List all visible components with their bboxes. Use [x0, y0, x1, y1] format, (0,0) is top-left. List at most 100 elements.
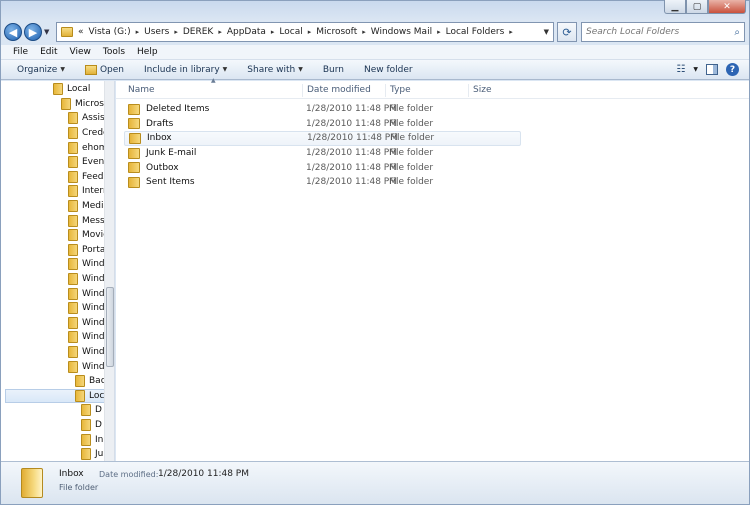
- forward-button[interactable]: ▶: [24, 23, 42, 41]
- menu-item-tools[interactable]: Tools: [97, 47, 131, 57]
- file-type: File folder: [389, 118, 434, 129]
- navigation-scrollbar[interactable]: [104, 81, 114, 461]
- file-row[interactable]: Junk E-mail 1/28/2010 11:48 PM File folder: [124, 146, 521, 161]
- file-type: File folder: [390, 133, 435, 144]
- address-dropdown-icon[interactable]: ▼: [544, 28, 549, 36]
- nav-tree-label: Loc: [89, 390, 105, 401]
- nav-tree-item[interactable]: Bac: [75, 374, 106, 389]
- nav-tree-item[interactable]: Wind: [68, 286, 105, 301]
- share-with-button[interactable]: Share with ▼: [237, 65, 313, 75]
- menu-item-edit[interactable]: Edit: [34, 47, 63, 57]
- file-row[interactable]: Inbox 1/28/2010 11:48 PM File folder: [124, 131, 521, 146]
- breadcrumb-item[interactable]: Local Folders: [446, 27, 505, 37]
- nav-tree-item[interactable]: Feeds: [68, 170, 108, 185]
- breadcrumb-separator-icon[interactable]: ▸: [362, 28, 366, 36]
- file-row[interactable]: Sent Items 1/28/2010 11:48 PM File folder: [124, 175, 521, 190]
- new-folder-button[interactable]: New folder: [354, 65, 423, 75]
- nav-tree-item[interactable]: Event: [68, 155, 108, 170]
- menu-item-help[interactable]: Help: [131, 47, 164, 57]
- breadcrumb-separator-icon[interactable]: ▸: [174, 28, 178, 36]
- folder-icon: [128, 118, 140, 130]
- folder-icon: [68, 346, 78, 359]
- help-icon[interactable]: ?: [726, 63, 739, 76]
- open-folder-icon: [84, 64, 97, 75]
- nav-tree-item[interactable]: Movie: [68, 228, 109, 243]
- nav-tree-item[interactable]: D: [81, 418, 102, 433]
- nav-tree-item[interactable]: D: [81, 403, 102, 418]
- breadcrumb-item[interactable]: Microsoft: [316, 27, 357, 37]
- address-bar[interactable]: « Vista (G:) ▸ Users ▸ DEREK ▸ AppData ▸ Local ▸ Mi…: [56, 22, 554, 42]
- scrollbar-thumb[interactable]: [106, 287, 114, 367]
- include-in-library-button[interactable]: Include in library ▼: [134, 65, 237, 75]
- nav-tree-item[interactable]: Wind: [68, 272, 105, 287]
- nav-tree-item[interactable]: Wind: [68, 316, 105, 331]
- column-header-size[interactable]: Size: [468, 84, 491, 97]
- breadcrumb-item[interactable]: Users: [144, 27, 169, 37]
- search-icon[interactable]: ⌕: [734, 27, 740, 38]
- nav-tree-item[interactable]: Local: [53, 82, 90, 97]
- file-name: Outbox: [146, 162, 179, 173]
- breadcrumb-item[interactable]: Vista (G:): [89, 27, 131, 37]
- nav-tree-item[interactable]: Wind: [68, 345, 105, 360]
- nav-tree-item[interactable]: Porta: [68, 243, 105, 258]
- folder-icon: [68, 360, 78, 373]
- change-view-icon[interactable]: ☷: [676, 64, 685, 75]
- file-row[interactable]: Drafts 1/28/2010 11:48 PM File folder: [124, 117, 521, 132]
- nav-tree-item[interactable]: Loc: [5, 388, 105, 404]
- menu-item-file[interactable]: File: [7, 47, 34, 57]
- nav-tree-label: Wind: [82, 288, 105, 299]
- view-dropdown-caret-icon[interactable]: ▼: [693, 66, 698, 73]
- recent-pages-dropdown-icon[interactable]: ▼: [44, 28, 52, 36]
- column-header-name[interactable]: Name: [124, 84, 155, 97]
- folder-icon: [68, 200, 78, 213]
- breadcrumb-item[interactable]: Windows Mail: [371, 27, 432, 37]
- navigation-pane[interactable]: Local Microso Assist Crede ehom Event Feeds Int…: [1, 81, 115, 461]
- nav-tree-item[interactable]: Media: [68, 199, 109, 214]
- nav-tree-item[interactable]: In: [81, 432, 103, 447]
- folder-icon: [81, 448, 91, 461]
- maximize-button[interactable]: ▢: [686, 0, 708, 14]
- folder-icon: [81, 419, 91, 432]
- file-row[interactable]: Outbox 1/28/2010 11:48 PM File folder: [124, 160, 521, 175]
- breadcrumb-separator-icon[interactable]: ▸: [218, 28, 222, 36]
- nav-tree-item[interactable]: Wind: [68, 257, 105, 272]
- refresh-button[interactable]: ⟳: [557, 22, 577, 42]
- organize-button[interactable]: Organize ▼: [7, 65, 75, 75]
- breadcrumb-separator-icon[interactable]: ▸: [136, 28, 140, 36]
- folder-icon: [68, 258, 78, 271]
- column-header-date[interactable]: Date modified: [302, 84, 371, 97]
- file-name: Inbox: [147, 133, 172, 144]
- breadcrumb-separator-icon[interactable]: ▸: [437, 28, 441, 36]
- nav-tree-item[interactable]: Microso: [61, 97, 109, 112]
- breadcrumb-item[interactable]: Local: [279, 27, 302, 37]
- search-input[interactable]: [586, 27, 735, 37]
- nav-tree-item[interactable]: Assist: [68, 111, 108, 126]
- nav-tree-item[interactable]: Crede: [68, 126, 109, 141]
- breadcrumb-item[interactable]: AppData: [227, 27, 266, 37]
- window-caption-buttons: ▁ ▢ ✕: [664, 0, 746, 14]
- nav-tree-item[interactable]: Ju: [81, 447, 103, 461]
- nav-tree-label: In: [95, 434, 104, 445]
- preview-pane-icon[interactable]: [706, 64, 718, 75]
- file-row[interactable]: Deleted Items 1/28/2010 11:48 PM File fold…: [124, 102, 521, 117]
- file-list[interactable]: ▲ Name Date modified Type Size Deleted I…: [116, 77, 749, 461]
- breadcrumb-separator-icon[interactable]: ▸: [308, 28, 312, 36]
- nav-tree-item[interactable]: Wind: [68, 359, 105, 374]
- column-header-type[interactable]: Type: [385, 84, 411, 97]
- nav-tree-item[interactable]: ehom: [68, 140, 108, 155]
- back-button[interactable]: ◀: [4, 23, 22, 41]
- nav-tree-item[interactable]: Interr: [68, 184, 107, 199]
- search-box[interactable]: ⌕: [581, 22, 745, 42]
- breadcrumb-item[interactable]: «: [78, 27, 84, 37]
- burn-button[interactable]: Burn: [313, 65, 354, 75]
- breadcrumb-separator-icon[interactable]: ▸: [271, 28, 275, 36]
- folder-icon: [128, 147, 140, 159]
- menu-item-view[interactable]: View: [64, 47, 97, 57]
- minimize-button[interactable]: ▁: [664, 0, 686, 14]
- breadcrumb-separator-icon[interactable]: ▸: [509, 28, 513, 36]
- close-button[interactable]: ✕: [708, 0, 746, 14]
- breadcrumb-item[interactable]: DEREK: [183, 27, 213, 37]
- open-button[interactable]: Open: [75, 64, 134, 75]
- nav-tree-item[interactable]: Wind: [68, 301, 105, 316]
- nav-tree-item[interactable]: Wind: [68, 330, 105, 345]
